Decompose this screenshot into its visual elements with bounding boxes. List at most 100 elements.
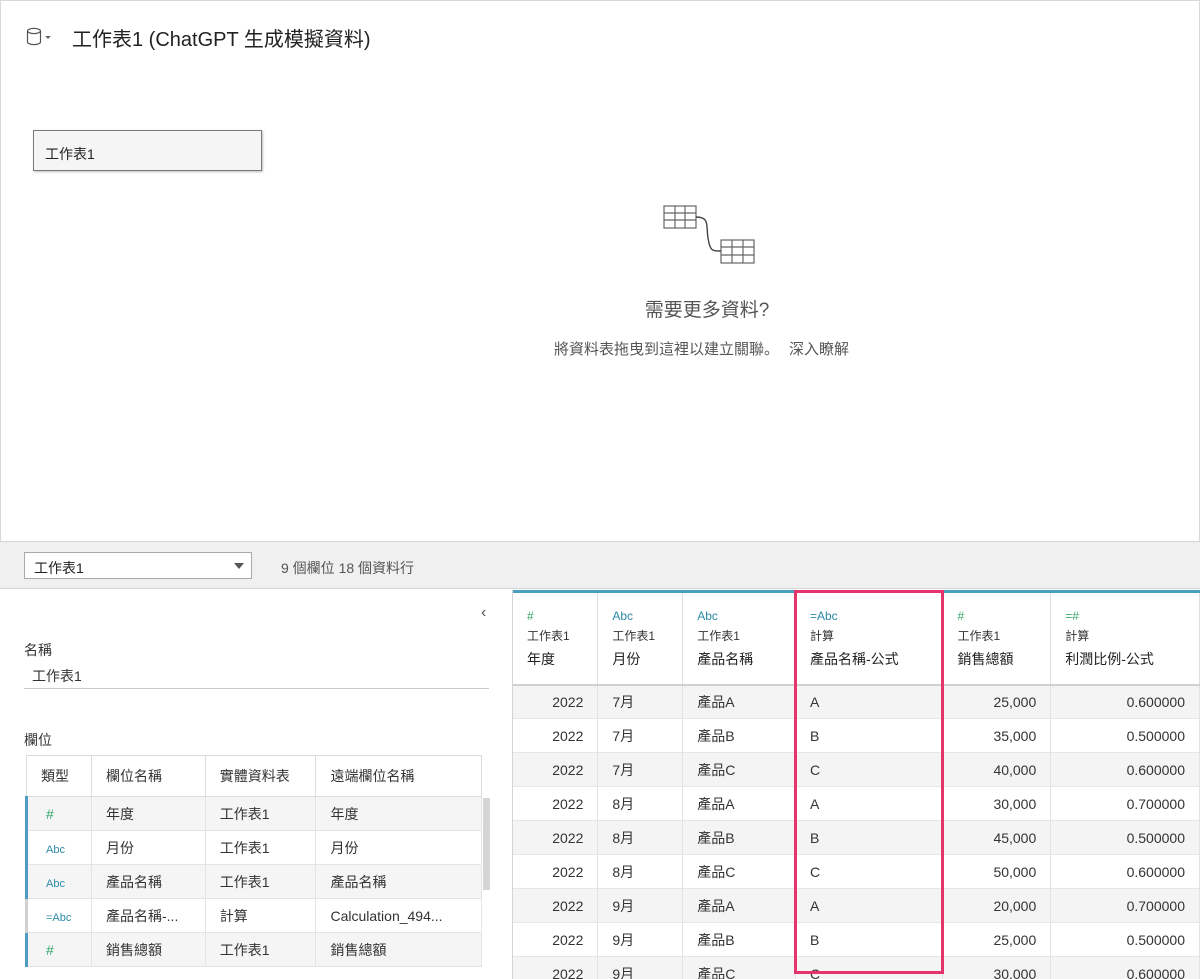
grid-cell[interactable]: 9月	[597, 922, 684, 957]
grid-cell[interactable]: 2022	[513, 786, 599, 821]
grid-cell[interactable]: C	[795, 854, 944, 889]
grid-cell[interactable]: 8月	[597, 820, 684, 855]
grid-cell[interactable]: 產品C	[682, 854, 796, 889]
grid-cell[interactable]: 產品A	[682, 888, 796, 923]
string-icon[interactable]: Abc	[612, 609, 682, 627]
grid-cell[interactable]: 7月	[597, 718, 684, 753]
table-name-input[interactable]	[24, 664, 489, 689]
grid-cell[interactable]: 產品A	[682, 786, 796, 821]
table-row[interactable]: 2022 7月 產品C C 40,000 0.600000	[513, 752, 1200, 787]
string-icon[interactable]: Abc	[46, 878, 65, 890]
string-icon[interactable]: Abc	[697, 609, 795, 627]
grid-cell[interactable]: 7月	[597, 752, 684, 787]
field-type-cell[interactable]: #	[25, 796, 92, 831]
table-row[interactable]: 2022 9月 產品C C 30,000 0.600000	[513, 956, 1200, 979]
grid-cell[interactable]: 8月	[597, 786, 684, 821]
learn-more-link[interactable]: 深入瞭解	[789, 341, 849, 358]
calc-string-icon[interactable]: =Abc	[810, 609, 942, 627]
grid-cell[interactable]: 2022	[513, 922, 599, 957]
table-row[interactable]: Abc 月份 工作表1 月份	[25, 830, 482, 865]
calc-number-icon[interactable]: =#	[1065, 609, 1199, 627]
grid-cell[interactable]: 25,000	[942, 684, 1052, 719]
join-canvas[interactable]: 工作表1 (ChatGPT 生成模擬資料) 工作表1 需要更多資料? 將資料表拖…	[0, 0, 1200, 541]
collapse-panel-button[interactable]: ‹	[481, 604, 486, 622]
grid-cell[interactable]: 30,000	[942, 786, 1052, 821]
field-type-cell[interactable]: Abc	[25, 864, 92, 899]
column-header-field-name[interactable]: 欄位名稱	[91, 755, 206, 797]
grid-cell[interactable]: 9月	[597, 956, 684, 979]
number-icon[interactable]: #	[527, 609, 597, 627]
grid-cell[interactable]: 2022	[513, 888, 599, 923]
number-icon[interactable]: #	[957, 609, 1050, 627]
table-row[interactable]: Abc 產品名稱 工作表1 產品名稱	[25, 864, 482, 899]
table-row[interactable]: # 年度 工作表1 年度	[25, 796, 482, 831]
number-icon[interactable]: #	[46, 942, 54, 958]
grid-cell[interactable]: 30,000	[942, 956, 1052, 979]
grid-cell[interactable]: 20,000	[942, 888, 1052, 923]
grid-cell[interactable]: C	[795, 752, 944, 787]
field-name-cell[interactable]: 產品名稱-...	[91, 898, 206, 933]
table-row[interactable]: 2022 9月 產品B B 25,000 0.500000	[513, 922, 1200, 957]
table-row[interactable]: 2022 8月 產品C C 50,000 0.600000	[513, 854, 1200, 889]
fields-scrollbar[interactable]	[483, 798, 490, 890]
field-type-cell[interactable]: Abc	[25, 830, 92, 865]
grid-cell[interactable]: 45,000	[942, 820, 1052, 855]
logical-table-pill[interactable]: 工作表1	[33, 130, 262, 171]
grid-cell[interactable]: 8月	[597, 854, 684, 889]
grid-cell[interactable]: 0.500000	[1050, 922, 1200, 957]
grid-cell[interactable]: B	[795, 718, 944, 753]
column-header-type[interactable]: 類型	[26, 755, 92, 797]
field-type-cell[interactable]: #	[25, 932, 92, 967]
field-name-cell[interactable]: 年度	[91, 796, 206, 831]
field-name-cell[interactable]: 銷售總額	[91, 932, 206, 967]
grid-cell[interactable]: 9月	[597, 888, 684, 923]
grid-cell[interactable]: A	[795, 888, 944, 923]
grid-cell[interactable]: A	[795, 786, 944, 821]
grid-cell[interactable]: C	[795, 956, 944, 979]
grid-cell[interactable]: 2022	[513, 718, 599, 753]
grid-cell[interactable]: 0.700000	[1050, 786, 1200, 821]
grid-cell[interactable]: 2022	[513, 854, 599, 889]
grid-cell[interactable]: 0.600000	[1050, 752, 1200, 787]
field-type-cell[interactable]: =Abc	[25, 898, 92, 933]
column-header-year[interactable]: # 工作表1 年度	[513, 590, 599, 685]
grid-cell[interactable]: 產品B	[682, 718, 796, 753]
grid-cell[interactable]: 25,000	[942, 922, 1052, 957]
number-icon[interactable]: #	[46, 806, 54, 822]
column-header-total-sales[interactable]: # 工作表1 銷售總額	[942, 590, 1052, 685]
table-row[interactable]: 2022 8月 產品B B 45,000 0.500000	[513, 820, 1200, 855]
grid-cell[interactable]: 35,000	[942, 718, 1052, 753]
grid-cell[interactable]: 0.500000	[1050, 718, 1200, 753]
field-name-cell[interactable]: 產品名稱	[91, 864, 206, 899]
grid-cell[interactable]: 50,000	[942, 854, 1052, 889]
table-row[interactable]: 2022 7月 產品A A 25,000 0.600000	[513, 684, 1200, 719]
field-name-cell[interactable]: 月份	[91, 830, 206, 865]
table-row[interactable]: =Abc 產品名稱-... 計算 Calculation_494...	[25, 898, 482, 933]
table-row[interactable]: 2022 9月 產品A A 20,000 0.700000	[513, 888, 1200, 923]
calc-string-icon[interactable]: =Abc	[46, 912, 71, 924]
grid-cell[interactable]: 產品B	[682, 820, 796, 855]
grid-cell[interactable]: 40,000	[942, 752, 1052, 787]
grid-cell[interactable]: 2022	[513, 752, 599, 787]
table-row[interactable]: 2022 8月 產品A A 30,000 0.700000	[513, 786, 1200, 821]
table-row[interactable]: 2022 7月 產品B B 35,000 0.500000	[513, 718, 1200, 753]
grid-cell[interactable]: 0.500000	[1050, 820, 1200, 855]
grid-cell[interactable]: 產品A	[682, 684, 796, 719]
grid-cell[interactable]: 2022	[513, 956, 599, 979]
grid-cell[interactable]: 0.600000	[1050, 684, 1200, 719]
column-header-remote-field-name[interactable]: 遠端欄位名稱	[315, 755, 482, 797]
table-select[interactable]: 工作表1	[24, 552, 252, 579]
grid-cell[interactable]: 0.600000	[1050, 956, 1200, 979]
grid-cell[interactable]: 2022	[513, 820, 599, 855]
column-header-profit-ratio-formula[interactable]: =# 計算 利潤比例-公式	[1050, 590, 1200, 685]
string-icon[interactable]: Abc	[46, 844, 65, 856]
grid-cell[interactable]: 7月	[597, 684, 684, 719]
grid-cell[interactable]: 2022	[513, 684, 599, 719]
grid-cell[interactable]: 產品C	[682, 956, 796, 979]
grid-cell[interactable]: 0.600000	[1050, 854, 1200, 889]
grid-cell[interactable]: B	[795, 922, 944, 957]
table-row[interactable]: # 銷售總額 工作表1 銷售總額	[25, 932, 482, 967]
grid-cell[interactable]: A	[795, 684, 944, 719]
column-header-physical-table[interactable]: 實體資料表	[204, 755, 317, 797]
column-header-product-name[interactable]: Abc 工作表1 產品名稱	[682, 590, 796, 685]
